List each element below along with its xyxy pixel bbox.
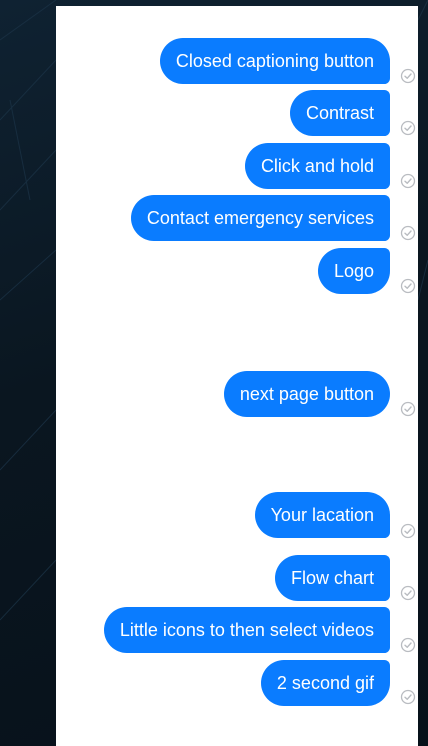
- message-text: Contact emergency services: [146, 208, 374, 228]
- message-text: Click and hold: [260, 156, 374, 176]
- message-bubble[interactable]: next page button: [223, 371, 390, 417]
- sent-check-icon: [400, 278, 416, 294]
- sent-check-icon: [400, 120, 416, 136]
- sent-check-icon: [400, 68, 416, 84]
- message-bubble[interactable]: Your lacation: [254, 492, 390, 538]
- message-bubble[interactable]: Closed captioning button: [159, 38, 390, 84]
- message-text: 2 second gif: [276, 673, 374, 693]
- sent-check-icon: [400, 401, 416, 417]
- sent-check-icon: [400, 225, 416, 241]
- message-text: Flow chart: [290, 568, 374, 588]
- message-text: Contrast: [305, 103, 374, 123]
- message-text: Your lacation: [270, 505, 374, 525]
- conversation-panel: Closed captioning button Contrast Click …: [56, 6, 418, 746]
- message-bubble[interactable]: Flow chart: [274, 555, 390, 601]
- sent-check-icon: [400, 637, 416, 653]
- message-text: Logo: [333, 261, 374, 281]
- message-bubble[interactable]: Contrast: [289, 90, 390, 136]
- message-bubble[interactable]: Contact emergency services: [130, 195, 390, 241]
- message-bubble[interactable]: Click and hold: [244, 143, 390, 189]
- message-bubble[interactable]: Little icons to then select videos: [103, 607, 390, 653]
- sent-check-icon: [400, 173, 416, 189]
- message-text: Closed captioning button: [175, 51, 374, 71]
- message-text: next page button: [239, 384, 374, 404]
- message-bubble[interactable]: Logo: [317, 248, 390, 294]
- sent-check-icon: [400, 523, 416, 539]
- sent-check-icon: [400, 689, 416, 705]
- message-text: Little icons to then select videos: [119, 620, 374, 640]
- message-bubble[interactable]: 2 second gif: [260, 660, 390, 706]
- sent-check-icon: [400, 585, 416, 601]
